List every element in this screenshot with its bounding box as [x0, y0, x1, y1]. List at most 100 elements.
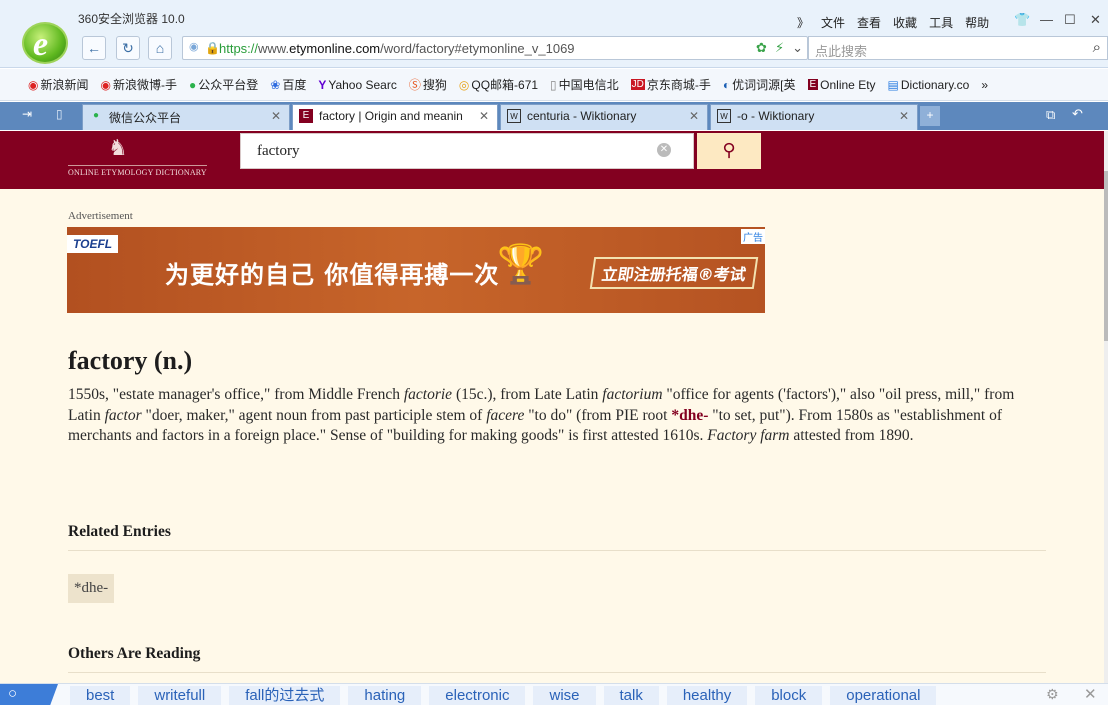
- skin-icon[interactable]: 👕: [1014, 12, 1030, 28]
- hot-word[interactable]: healthy: [666, 686, 748, 705]
- hot-words-list: best writefull fall的过去式 hating electroni…: [70, 686, 937, 705]
- hot-word[interactable]: best: [70, 686, 131, 705]
- bookmark-item[interactable]: ◉ 新浪新闻: [28, 76, 89, 93]
- related-entries-title: Related Entries: [68, 523, 171, 540]
- browser-titlebar: e 360安全浏览器 10.0 》 文件 查看 收藏 工具 帮助 👕 — ☐ ✕…: [0, 0, 1108, 68]
- undo-close-icon[interactable]: ↶: [1072, 106, 1083, 122]
- bookmark-item[interactable]: ◎ QQ邮箱-671: [459, 76, 538, 93]
- gear-icon[interactable]: ⚙: [1046, 686, 1059, 703]
- ad-cta[interactable]: 立即注册托福®考试: [589, 257, 759, 289]
- menu-more[interactable]: 》: [797, 14, 809, 31]
- address-bar[interactable]: ◉ 🔒 https://www.etymonline.com/word/fact…: [182, 36, 808, 60]
- refresh-button[interactable]: ↻: [116, 36, 140, 60]
- hot-word[interactable]: writefull: [138, 686, 222, 705]
- site-search-input[interactable]: factory ✕: [240, 133, 694, 169]
- tab-close-icon[interactable]: ✕: [479, 109, 489, 123]
- page-icon[interactable]: ▯: [56, 107, 63, 121]
- tab-centuria[interactable]: W centuria - Wiktionary ✕: [500, 104, 708, 130]
- tab-wechat[interactable]: ● 微信公众平台 ✕: [82, 104, 290, 130]
- site-search-button[interactable]: ⚲: [697, 133, 761, 169]
- scrollbar-thumb[interactable]: [1104, 171, 1108, 341]
- menu-tools[interactable]: 工具: [929, 14, 953, 31]
- page-scrollbar[interactable]: [1104, 131, 1108, 683]
- hot-word[interactable]: talk: [603, 686, 659, 705]
- site-logo[interactable]: ♞ ONLINE ETYMOLOGY DICTIONARY: [68, 133, 208, 177]
- baidu-icon: ❀: [270, 77, 281, 92]
- bookmark-item[interactable]: ◐ 优词词源[英: [723, 76, 796, 93]
- hot-word[interactable]: fall的过去式: [229, 686, 341, 705]
- menu-bar: 》 文件 查看 收藏 工具 帮助: [797, 14, 989, 31]
- weibo-icon: ◉: [28, 77, 39, 92]
- hot-word[interactable]: wise: [533, 686, 596, 705]
- menu-file[interactable]: 文件: [821, 14, 845, 31]
- search-box[interactable]: 点此搜索 ⌕: [808, 36, 1108, 60]
- tab-bar: ⇥ ▯ ● 微信公众平台 ✕ E factory | Origin and me…: [0, 102, 1108, 130]
- close-icon[interactable]: ✕: [1084, 685, 1097, 703]
- sidebar-toggle-icon[interactable]: ⇥: [22, 107, 32, 121]
- home-button[interactable]: ⌂: [148, 36, 172, 60]
- tab-close-icon[interactable]: ✕: [689, 109, 699, 123]
- bookmark-item[interactable]: ◉ 新浪微博-手: [101, 76, 177, 93]
- close-icon[interactable]: ✕: [1090, 12, 1101, 28]
- divider: [68, 550, 1046, 551]
- wiki-icon: W: [717, 109, 731, 123]
- hot-word[interactable]: block: [755, 686, 823, 705]
- bookmark-item[interactable]: Ⓢ 搜狗: [409, 76, 447, 93]
- hot-word[interactable]: hating: [348, 686, 422, 705]
- url-text: https://www.etymonline.com/word/factory#…: [219, 41, 575, 56]
- etym-icon: E: [299, 109, 313, 123]
- ad-tag: 广告: [741, 229, 765, 244]
- bookmark-item[interactable]: ● 公众平台登: [189, 76, 258, 93]
- root-link[interactable]: *dhe-: [671, 407, 708, 424]
- extension-icon[interactable]: ✿: [756, 40, 767, 56]
- bookmarks-more[interactable]: »: [981, 78, 988, 92]
- tab-o-wiktionary[interactable]: W -o - Wiktionary ✕: [710, 104, 918, 130]
- menu-help[interactable]: 帮助: [965, 14, 989, 31]
- new-tab-button[interactable]: +: [920, 106, 940, 126]
- ad-label: Advertisement: [68, 210, 133, 222]
- bookmark-item[interactable]: E Online Ety: [807, 78, 876, 92]
- entry-title: factory (n.): [68, 346, 193, 375]
- hot-word[interactable]: operational: [830, 686, 937, 705]
- maximize-icon[interactable]: ☐: [1064, 12, 1076, 28]
- advertisement-banner[interactable]: TOEFL 广告 为更好的自己 你值得再搏一次 🏆 立即注册托福®考试: [67, 227, 765, 313]
- weibo-icon: ◉: [100, 77, 111, 92]
- related-entry-link[interactable]: *dhe-: [68, 574, 115, 603]
- address-tools: ✿ ⚡ ⌄: [756, 40, 803, 56]
- minimize-icon[interactable]: —: [1040, 12, 1053, 27]
- bookmark-item[interactable]: ▤ Dictionary.co: [888, 78, 970, 92]
- ad-slogan: 为更好的自己 你值得再搏一次: [165, 261, 500, 289]
- youci-icon: ◐: [722, 77, 731, 92]
- menu-view[interactable]: 查看: [857, 14, 881, 31]
- speed-mode-icon[interactable]: ⚡: [775, 40, 784, 56]
- hot-word[interactable]: electronic: [429, 686, 526, 705]
- lock-icon: 🔒: [205, 41, 220, 55]
- entry-definition: 1550s, "estate manager's office," from M…: [68, 386, 1015, 445]
- dictionary-icon: ▤: [887, 77, 899, 92]
- chevron-down-icon[interactable]: ⌄: [792, 40, 803, 56]
- page-icon: ▯: [550, 77, 557, 92]
- new-window-icon[interactable]: ⧉: [1046, 107, 1055, 123]
- yahoo-icon: Y: [318, 77, 327, 92]
- globe-icon: ◉: [189, 41, 199, 53]
- tab-close-icon[interactable]: ✕: [899, 109, 909, 123]
- bookmark-item[interactable]: ▯ 中国电信北: [550, 76, 619, 93]
- menu-favorites[interactable]: 收藏: [893, 14, 917, 31]
- search-placeholder: 点此搜索: [815, 44, 868, 59]
- search-icon: ⚲: [722, 140, 736, 160]
- search-icon[interactable]: ⌕: [1093, 39, 1101, 56]
- divider: [68, 672, 1046, 673]
- browser-logo-icon[interactable]: e: [22, 22, 68, 64]
- tab-close-icon[interactable]: ✕: [271, 109, 281, 123]
- bookmark-item[interactable]: ❀ 百度: [270, 76, 306, 93]
- bookmark-item[interactable]: JD 京东商城-手: [630, 76, 711, 93]
- bookmark-item[interactable]: Y Yahoo Searc: [318, 78, 397, 92]
- back-button[interactable]: ←: [82, 36, 106, 60]
- qq-icon: ◎: [458, 77, 470, 92]
- hot-words-bar: ○ best writefull fall的过去式 hating electro…: [0, 683, 1108, 705]
- clear-search-icon[interactable]: ✕: [657, 143, 671, 157]
- app-title: 360安全浏览器 10.0: [78, 12, 185, 26]
- tab-factory[interactable]: E factory | Origin and meanin ✕: [292, 104, 498, 130]
- trophy-icon: 🏆: [497, 244, 545, 286]
- search-icon[interactable]: ○: [0, 684, 58, 705]
